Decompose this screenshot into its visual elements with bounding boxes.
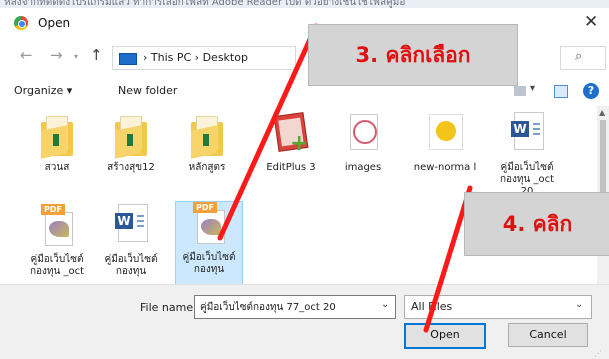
file-name: คู่มือเว็บไซต์ กองทุน: [104, 254, 158, 277]
new-folder-button[interactable]: New folder: [118, 84, 177, 97]
file-name: หลักสูตร: [188, 162, 226, 173]
file-name: images: [344, 162, 382, 173]
back-arrow-icon[interactable]: ←: [20, 46, 33, 64]
file-name: สวนส: [44, 162, 70, 173]
view-options-icon[interactable]: [514, 86, 526, 96]
file-name: EditPlus 3: [266, 162, 316, 173]
recent-dropdown-icon[interactable]: ▾: [74, 52, 78, 61]
search-box[interactable]: ⌕: [560, 46, 606, 70]
address-bar[interactable]: › This PC › Desktop: [112, 46, 296, 70]
forward-arrow-icon[interactable]: →: [50, 46, 63, 64]
file-name: สร้างสุข12: [107, 162, 155, 173]
file-item[interactable]: + EditPlus 3: [258, 112, 324, 198]
chevron-down-icon[interactable]: ⌄: [381, 299, 389, 310]
step3-callout: 3. คลิกเลือก: [308, 24, 518, 86]
dialog-title: Open: [38, 16, 71, 30]
file-type-select[interactable]: All Files ⌄: [404, 295, 592, 319]
file-item[interactable]: W คู่มือเว็บไซต์ กองทุน _oct 20: [494, 112, 560, 198]
search-icon: ⌕: [575, 49, 583, 64]
badge-image-icon: [429, 114, 463, 150]
help-icon[interactable]: ?: [583, 83, 599, 99]
word-doc-icon: W: [511, 112, 544, 150]
up-arrow-icon[interactable]: ↑: [90, 46, 103, 64]
file-item-selected[interactable]: PDF คู่มือเว็บไซต์ กองทุน: [175, 201, 243, 289]
folder-icon: [115, 116, 147, 159]
pdf-icon: PDF: [41, 204, 73, 246]
image-folder-icon: [350, 114, 378, 150]
this-pc-icon: [119, 53, 137, 65]
file-name-field[interactable]: คู่มือเว็บไซต์กองทุน 77_oct 20 ⌄: [194, 295, 396, 319]
file-name-value: คู่มือเว็บไซต์กองทุน 77_oct 20: [200, 302, 336, 313]
editplus-shortcut-icon: +: [272, 112, 312, 156]
preview-pane-icon[interactable]: [554, 85, 568, 98]
file-name-label: File name:: [140, 301, 197, 314]
file-type-value: All Files: [411, 300, 453, 313]
file-item[interactable]: new-norma l: [412, 112, 478, 198]
word-doc-icon: W: [115, 204, 148, 242]
organize-button[interactable]: Organize ▾: [14, 84, 72, 97]
file-item[interactable]: หลักสูตร: [174, 112, 240, 198]
folder-icon: [41, 116, 73, 159]
file-item[interactable]: สร้างสุข12: [98, 112, 164, 198]
folder-icon: [191, 116, 223, 159]
chevron-down-icon[interactable]: ▾: [530, 83, 535, 94]
resize-grip-icon[interactable]: ⋰: [594, 349, 602, 358]
scroll-up-icon[interactable]: ▲: [599, 108, 605, 117]
file-item[interactable]: สวนส: [24, 112, 90, 198]
chrome-icon: [14, 16, 28, 30]
file-name: คู่มือเว็บไซต์ กองทุน _oct: [29, 254, 85, 277]
file-name: คู่มือเว็บไซต์ กองทุน: [182, 252, 236, 275]
cancel-button[interactable]: Cancel: [508, 323, 588, 347]
file-name: new-norma l: [413, 162, 477, 173]
chevron-down-icon[interactable]: ⌄: [575, 299, 583, 310]
step4-callout: 4. คลิก: [464, 192, 609, 256]
close-icon[interactable]: ✕: [584, 12, 598, 32]
background-strip-text: หลังจากที่ติดตั้งโปรแกรมแล้ว ทำการเลือกไ…: [4, 0, 406, 8]
breadcrumb[interactable]: › This PC › Desktop: [143, 51, 248, 64]
background-page-text: หลังจากที่ติดตั้งโปรแกรมแล้ว ทำการเลือกไ…: [0, 0, 609, 8]
file-item[interactable]: images: [330, 112, 396, 198]
file-item[interactable]: PDF คู่มือเว็บไซต์ กองทุน _oct: [24, 204, 90, 290]
pdf-icon: PDF: [193, 202, 225, 244]
open-button[interactable]: Open: [404, 323, 486, 349]
file-item[interactable]: W คู่มือเว็บไซต์ กองทุน: [98, 204, 164, 290]
dialog-footer: File name: คู่มือเว็บไซต์กองทุน 77_oct 2…: [0, 284, 609, 359]
